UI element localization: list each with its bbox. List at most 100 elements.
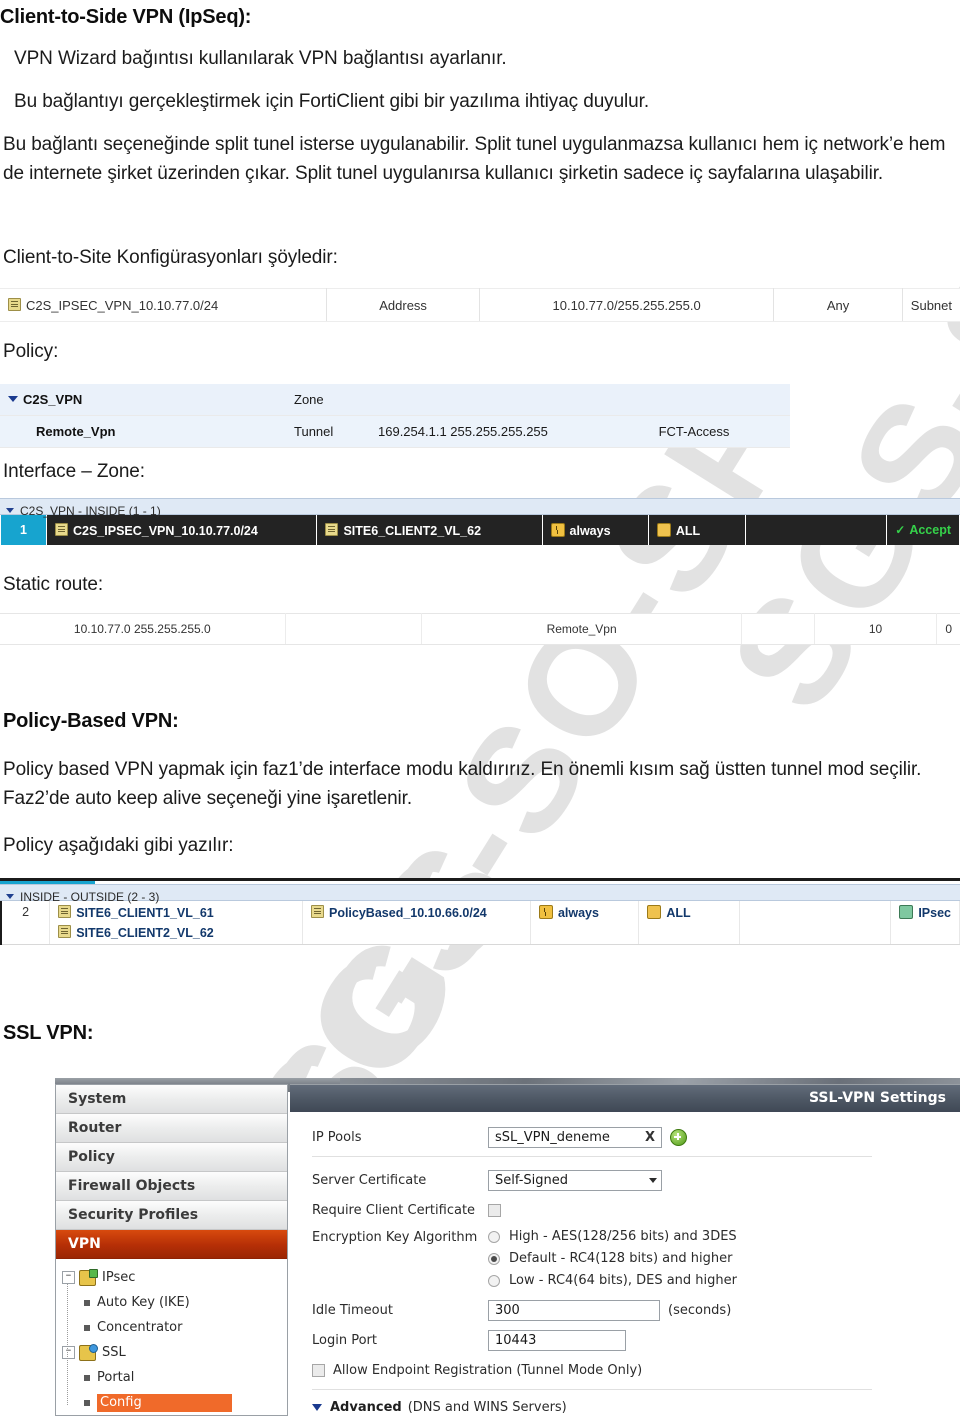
address-name: C2S_IPSEC_VPN_10.10.77.0/24 [26, 297, 219, 313]
allow-endpoint-checkbox[interactable] [312, 1363, 325, 1377]
advanced-section-toggle[interactable]: Advanced (DNS and WINS Servers) [312, 1400, 960, 1415]
tree-leaf-concentrator[interactable]: Concentrator [62, 1315, 287, 1340]
policy-group-label: C2S_VPN - INSIDE (1 - 1) [20, 504, 161, 518]
zone-group-name-cell: C2S_VPN [0, 384, 286, 416]
ip-pools-input[interactable]: sSL_VPN_deneme X [488, 1126, 662, 1148]
policy-source: C2S_IPSEC_VPN_10.10.77.0/24 [72, 523, 258, 538]
schedule-clock-icon [550, 522, 565, 537]
zone-member-name-cell: Remote_Vpn [0, 415, 286, 448]
document-page: SGS-SO-SP SGS-SO-SP TG-T SGS Client-to-S… [0, 0, 960, 1416]
tree-leaf-portal[interactable]: Portal [62, 1365, 287, 1390]
sidebar-item-vpn[interactable]: VPN [56, 1230, 287, 1259]
sidebar-item-security-profiles[interactable]: Security Profiles [56, 1201, 287, 1230]
radio-icon[interactable] [488, 1230, 500, 1243]
chevron-down-icon[interactable] [8, 396, 18, 402]
sidebar-item-router[interactable]: Router [56, 1114, 287, 1143]
server-certificate-value: Self-Signed [495, 1172, 569, 1188]
policy-service: ALL [675, 523, 701, 538]
policy-profile-cell [745, 515, 887, 545]
address-object-icon [325, 522, 339, 536]
remove-icon[interactable]: X [645, 1127, 655, 1148]
route-distance: 10 [814, 613, 938, 645]
chevron-down-icon[interactable] [6, 508, 14, 513]
paragraph-split-tunnel: Bu bağlantı seçeneğinde split tunel iste… [3, 134, 946, 184]
form-divider-2 [312, 1389, 872, 1390]
idle-timeout-unit: (seconds) [668, 1302, 732, 1318]
address-object-icon [58, 925, 72, 938]
address-object-icon [54, 522, 68, 536]
encryption-option-default[interactable]: Default - RC4(128 bits) and higher [488, 1251, 737, 1266]
address-object-icon [8, 297, 21, 311]
tree-leaf-label: Config [97, 1393, 232, 1412]
sidebar-item-firewall-objects[interactable]: Firewall Objects [56, 1172, 287, 1201]
login-port-value: 10443 [495, 1332, 537, 1348]
table-row[interactable]: 2 SITE6_CLIENT1_VL_61 SITE6_CLIENT2_VL_6… [0, 901, 960, 945]
policy-schedule-2: always [557, 906, 599, 920]
server-certificate-select[interactable]: Self-Signed [488, 1169, 662, 1191]
table-row-zone-member[interactable]: Remote_Vpn Tunnel 169.254.1.1 255.255.25… [0, 415, 790, 448]
encryption-option-label: Default - RC4(128 bits) and higher [509, 1251, 733, 1266]
login-port-input[interactable]: 10443 [488, 1329, 626, 1351]
row-ip-pools: IP Pools sSL_VPN_deneme X [312, 1126, 960, 1148]
bullet-icon [84, 1399, 90, 1406]
static-route-table: 10.10.77.0 255.255.255.0 Remote_Vpn 10 0 [0, 613, 960, 645]
policy-group-header[interactable]: C2S_VPN - INSIDE (1 - 1) [0, 498, 960, 518]
gui-main-panel: SSL-VPN Settings IP Pools sSL_VPN_deneme… [290, 1084, 960, 1416]
route-blank-1 [285, 613, 422, 645]
chevron-down-icon[interactable] [6, 894, 14, 899]
tree-node-label: IPsec [102, 1270, 136, 1285]
label-policy-written: Policy aşağıdaki gibi yazılır: [3, 835, 234, 856]
bullet-icon [84, 1299, 90, 1306]
zone-member-access: FCT-Access [598, 415, 790, 448]
row-allow-endpoint-registration[interactable]: Allow Endpoint Registration (Tunnel Mode… [312, 1359, 960, 1381]
firewall-policy-table-dark: C2S_VPN - INSIDE (1 - 1) 1 C2S_IPSEC_VPN… [0, 498, 960, 545]
tree-node-ipsec[interactable]: − IPsec [62, 1265, 287, 1290]
tree-leaf-config[interactable]: Config [62, 1390, 287, 1415]
table-row[interactable]: C2S_IPSEC_VPN_10.10.77.0/24 Address 10.1… [0, 288, 960, 322]
encryption-key-label: Encryption Key Algorithm [312, 1230, 478, 1245]
zone-group-blank2 [598, 384, 790, 416]
encryption-option-high[interactable]: High - AES(128/256 bits) and 3DES [488, 1229, 737, 1244]
panel-title: SSL-VPN Settings [290, 1085, 960, 1112]
address-object-icon [58, 905, 72, 918]
policy-destination-2: PolicyBased_10.10.66.0/24 [328, 906, 487, 920]
collapse-icon[interactable]: − [62, 1346, 75, 1359]
row-idle-timeout: Idle Timeout 300 (seconds) [312, 1299, 960, 1321]
ipsec-icon [899, 905, 914, 919]
address-table: C2S_IPSEC_VPN_10.10.77.0/24 Address 10.1… [0, 288, 960, 322]
policy-source-2: SITE6_CLIENT2_VL_62 [76, 926, 214, 940]
zone-group-name: C2S_VPN [23, 392, 83, 407]
encryption-option-low[interactable]: Low - RC4(64 bits), DES and higher [488, 1273, 737, 1288]
radio-icon-selected[interactable] [488, 1252, 500, 1265]
idle-timeout-input[interactable]: 300 [488, 1299, 660, 1321]
policy-group-header-2[interactable]: INSIDE - OUTSIDE (2 - 3) [0, 884, 960, 904]
sidebar-item-system[interactable]: System [56, 1085, 287, 1114]
chevron-down-icon[interactable] [312, 1404, 322, 1411]
ipsec-folder-icon [79, 1268, 98, 1286]
policy-profile-cell-2 [739, 901, 892, 945]
chevron-down-icon[interactable] [649, 1177, 657, 1183]
radio-icon[interactable] [488, 1274, 500, 1287]
policy-table-2: 2 SITE6_CLIENT1_VL_61 SITE6_CLIENT2_VL_6… [0, 901, 960, 945]
policy-service-cell-2: ALL [638, 901, 740, 945]
service-icon [647, 905, 662, 919]
schedule-clock-icon [538, 905, 553, 919]
route-gateway: Remote_Vpn [421, 613, 743, 645]
policy-action-cell: ✓ Accept [887, 515, 959, 545]
route-priority: 0 [936, 613, 960, 645]
encryption-option-label: High - AES(128/256 bits) and 3DES [509, 1229, 737, 1244]
tree-node-ssl[interactable]: − SSL [62, 1340, 287, 1365]
row-require-client-certificate: Require Client Certificate [312, 1199, 960, 1221]
require-client-certificate-checkbox[interactable] [488, 1203, 501, 1217]
vpn-tree: − IPsec Auto Key (IKE) Concentrator − SS… [56, 1259, 287, 1415]
idle-timeout-value: 300 [495, 1302, 520, 1318]
collapse-icon[interactable]: − [62, 1271, 75, 1284]
sidebar-item-policy[interactable]: Policy [56, 1143, 287, 1172]
add-icon[interactable] [670, 1128, 687, 1146]
tree-leaf-label: Portal [97, 1370, 135, 1385]
table-row[interactable]: 10.10.77.0 255.255.255.0 Remote_Vpn 10 0 [0, 613, 960, 645]
advanced-suffix: (DNS and WINS Servers) [407, 1400, 567, 1415]
tree-vertical-line [67, 1284, 68, 1405]
table-row-zone-group[interactable]: C2S_VPN Zone [0, 384, 790, 416]
tree-leaf-auto-key[interactable]: Auto Key (IKE) [62, 1290, 287, 1315]
